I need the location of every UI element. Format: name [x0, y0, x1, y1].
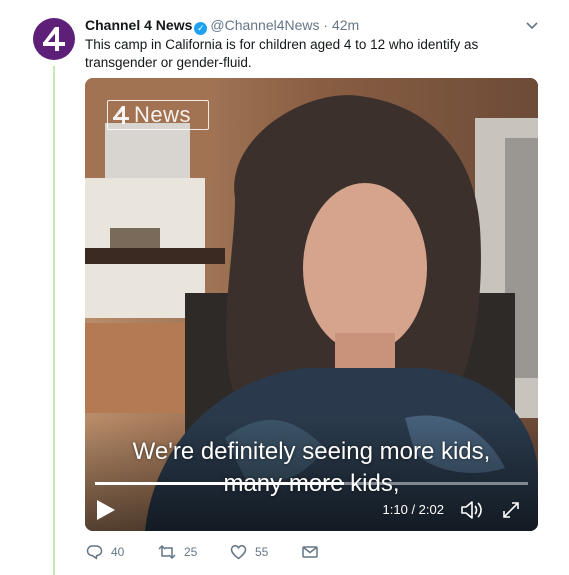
subtitle-line-1: We're definitely seeing more kids, [132, 438, 491, 465]
separator-dot: · [323, 17, 329, 33]
video-controls: 1:10 / 2:02 [85, 489, 538, 531]
reply-button[interactable]: 40 [86, 544, 158, 560]
thread-connector-line [53, 66, 55, 575]
volume-icon[interactable] [460, 499, 484, 521]
retweet-count: 25 [184, 545, 198, 559]
channel-4-logo-icon [113, 106, 129, 124]
tweet-text: This camp in California is for children … [85, 37, 479, 70]
tweet-actions: 40 25 55 [86, 542, 318, 562]
direct-message-button[interactable] [302, 545, 318, 559]
envelope-icon [302, 546, 318, 558]
chevron-down-icon[interactable] [525, 18, 539, 32]
video-player[interactable]: News We're definitely seeing more kids, … [85, 78, 538, 531]
video-time: 1:10 / 2:02 [382, 502, 444, 517]
tweet-header: Channel 4 News ✓ @Channel4News · 42m [85, 16, 539, 36]
tweet-timestamp[interactable]: 42m [332, 17, 359, 33]
reply-icon [86, 545, 103, 560]
video-progress-bar[interactable] [95, 482, 528, 485]
fullscreen-icon[interactable] [500, 499, 522, 521]
verified-badge-icon: ✓ [194, 22, 208, 35]
channel-4-logo-icon [43, 27, 65, 51]
news-watermark: News [107, 100, 209, 130]
retweet-button[interactable]: 25 [158, 544, 230, 560]
user-handle[interactable]: @Channel4News [210, 17, 319, 33]
reply-count: 40 [111, 545, 125, 559]
like-count: 55 [255, 545, 269, 559]
retweet-icon [158, 544, 176, 560]
like-button[interactable]: 55 [230, 544, 302, 560]
video-progress-fill [95, 482, 344, 485]
play-icon[interactable] [95, 498, 117, 522]
avatar[interactable] [33, 18, 75, 60]
heart-icon [230, 545, 247, 560]
display-name[interactable]: Channel 4 News [85, 17, 192, 33]
watermark-text: News [134, 102, 192, 127]
